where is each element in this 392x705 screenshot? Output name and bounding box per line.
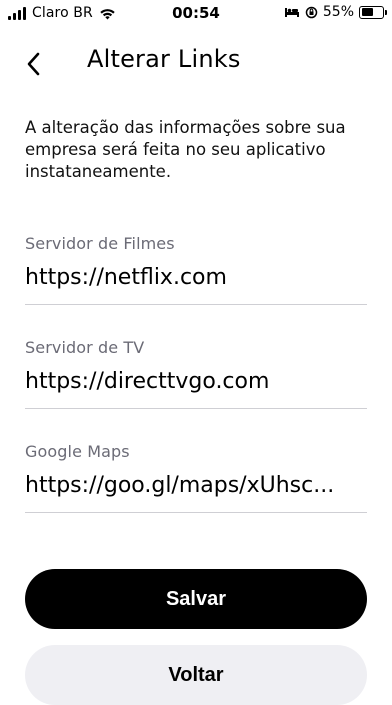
movie-server-input[interactable] — [25, 265, 367, 290]
battery-icon — [359, 5, 387, 19]
field-label: Google Maps — [25, 442, 130, 461]
google-maps-input[interactable] — [25, 473, 367, 498]
field-movie-server: Servidor de Filmes — [25, 234, 367, 305]
orientation-lock-icon — [305, 6, 318, 18]
field-label: Servidor de TV — [25, 338, 145, 357]
chevron-left-icon — [27, 52, 40, 76]
field-underline — [25, 304, 367, 305]
navigation-header: Alterar Links — [0, 40, 392, 84]
back-action-button[interactable]: Voltar — [25, 645, 367, 705]
field-tv-server: Servidor de TV — [25, 338, 367, 409]
field-label: Servidor de Filmes — [25, 234, 175, 253]
field-underline — [25, 512, 367, 513]
save-button[interactable]: Salvar — [25, 569, 367, 629]
description-text: A alteração das informações sobre sua em… — [25, 118, 346, 181]
battery-percent: 55% — [322, 4, 354, 20]
back-button[interactable] — [18, 48, 50, 80]
field-google-maps: Google Maps — [25, 442, 367, 513]
bed-icon — [284, 8, 299, 17]
status-bar: Claro BR 00:54 55% — [0, 0, 392, 28]
field-underline — [25, 408, 367, 409]
page-title: Alterar Links — [87, 45, 241, 73]
tv-server-input[interactable] — [25, 369, 367, 394]
status-right: 55% — [284, 4, 387, 20]
